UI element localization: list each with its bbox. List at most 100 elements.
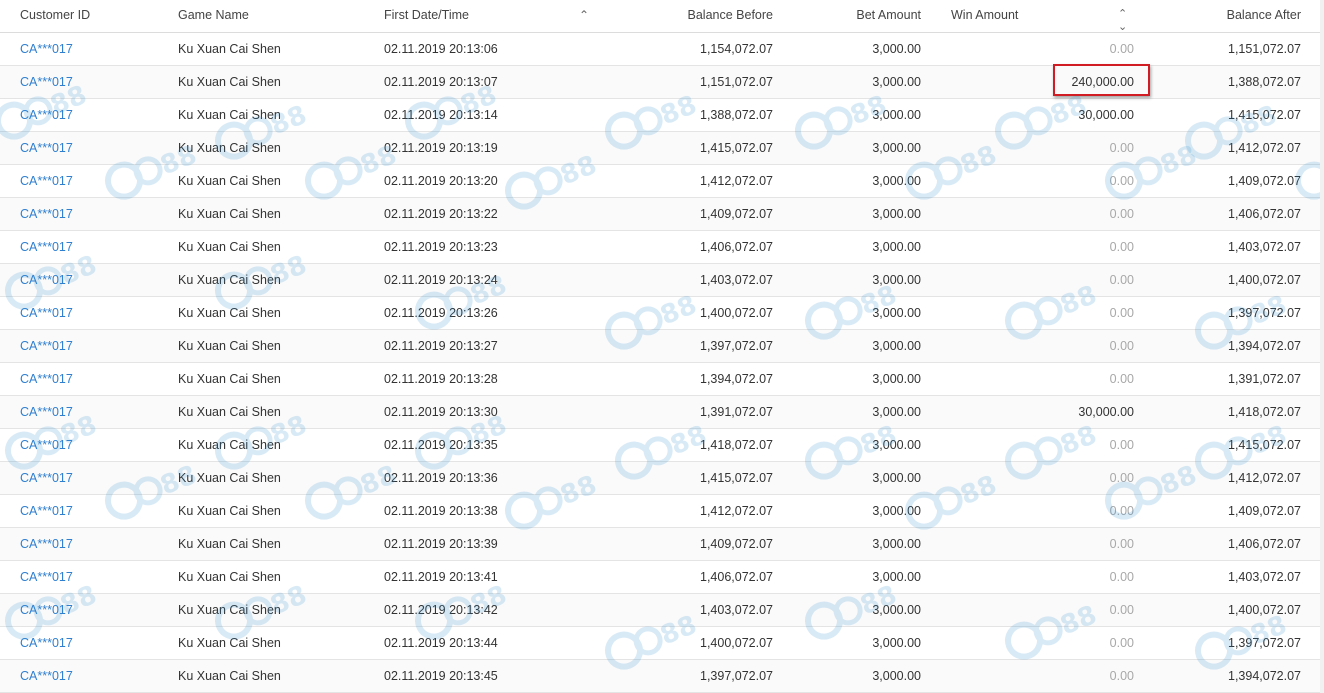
datetime-cell: 02.11.2019 20:13:30 bbox=[384, 405, 498, 419]
table-row[interactable]: CA***017 Ku Xuan Cai Shen 02.11.2019 20:13… bbox=[0, 198, 1324, 231]
col-header-customer-id[interactable]: Customer ID bbox=[20, 0, 90, 32]
customer-id-cell[interactable]: CA***017 bbox=[20, 33, 73, 65]
balance-after-cell: 1,397,072.07 bbox=[1228, 636, 1301, 650]
datetime-cell: 02.11.2019 20:13:36 bbox=[384, 471, 498, 485]
table-row[interactable]: CA***017 Ku Xuan Cai Shen 02.11.2019 20:13… bbox=[0, 429, 1324, 462]
col-header-balance-before[interactable]: Balance Before bbox=[600, 0, 773, 32]
bet-amount-cell: 3,000.00 bbox=[872, 372, 921, 386]
datetime-cell: 02.11.2019 20:13:07 bbox=[384, 75, 498, 89]
balance-before-cell: 1,154,072.07 bbox=[700, 42, 773, 56]
customer-id-cell[interactable]: CA***017 bbox=[20, 429, 73, 461]
balance-after-cell: 1,403,072.07 bbox=[1228, 570, 1301, 584]
table-row[interactable]: CA***017 Ku Xuan Cai Shen 02.11.2019 20:13… bbox=[0, 330, 1324, 363]
col-header-balance-after[interactable]: Balance After bbox=[1150, 0, 1301, 32]
win-amount-cell: 0.00 bbox=[1109, 240, 1134, 254]
customer-id-cell[interactable]: CA***017 bbox=[20, 561, 73, 593]
table-row[interactable]: CA***017 Ku Xuan Cai Shen 02.11.2019 20:13… bbox=[0, 165, 1324, 198]
game-name-cell: Ku Xuan Cai Shen bbox=[178, 504, 281, 518]
balance-after-cell: 1,409,072.07 bbox=[1228, 504, 1301, 518]
game-name-cell: Ku Xuan Cai Shen bbox=[178, 42, 281, 56]
game-name-cell: Ku Xuan Cai Shen bbox=[178, 471, 281, 485]
balance-before-cell: 1,412,072.07 bbox=[700, 174, 773, 188]
customer-id-cell[interactable]: CA***017 bbox=[20, 99, 73, 131]
sort-ascending-icon[interactable]: ⌃ bbox=[579, 0, 589, 32]
balance-before-cell: 1,403,072.07 bbox=[700, 273, 773, 287]
win-amount-cell: 0.00 bbox=[1109, 438, 1134, 452]
win-amount-cell: 0.00 bbox=[1109, 471, 1134, 485]
balance-before-cell: 1,397,072.07 bbox=[700, 669, 773, 683]
customer-id-cell[interactable]: CA***017 bbox=[20, 627, 73, 659]
balance-after-cell: 1,394,072.07 bbox=[1228, 669, 1301, 683]
table-row[interactable]: CA***017 Ku Xuan Cai Shen 02.11.2019 20:13… bbox=[0, 528, 1324, 561]
table-row[interactable]: CA***017 Ku Xuan Cai Shen 02.11.2019 20:13… bbox=[0, 231, 1324, 264]
balance-after-cell: 1,406,072.07 bbox=[1228, 537, 1301, 551]
balance-after-cell: 1,418,072.07 bbox=[1228, 405, 1301, 419]
balance-before-cell: 1,403,072.07 bbox=[700, 603, 773, 617]
table-row[interactable]: CA***017 Ku Xuan Cai Shen 02.11.2019 20:13… bbox=[0, 132, 1324, 165]
balance-before-cell: 1,397,072.07 bbox=[700, 339, 773, 353]
balance-after-cell: 1,400,072.07 bbox=[1228, 273, 1301, 287]
win-amount-cell: 0.00 bbox=[1109, 207, 1134, 221]
table-row[interactable]: CA***017 Ku Xuan Cai Shen 02.11.2019 20:13… bbox=[0, 660, 1324, 693]
table-row[interactable]: CA***017 Ku Xuan Cai Shen 02.11.2019 20:13… bbox=[0, 99, 1324, 132]
balance-before-cell: 1,406,072.07 bbox=[700, 570, 773, 584]
customer-id-cell[interactable]: CA***017 bbox=[20, 231, 73, 263]
customer-id-cell[interactable]: CA***017 bbox=[20, 132, 73, 164]
bet-amount-cell: 3,000.00 bbox=[872, 42, 921, 56]
balance-before-cell: 1,388,072.07 bbox=[700, 108, 773, 122]
sort-toggle-icon[interactable]: ⌃ ⌄ bbox=[1118, 8, 1127, 34]
balance-after-cell: 1,391,072.07 bbox=[1228, 372, 1301, 386]
customer-id-cell[interactable]: CA***017 bbox=[20, 495, 73, 527]
customer-id-cell[interactable]: CA***017 bbox=[20, 363, 73, 395]
balance-after-cell: 1,388,072.07 bbox=[1228, 75, 1301, 89]
balance-before-cell: 1,394,072.07 bbox=[700, 372, 773, 386]
win-amount-cell: 0.00 bbox=[1109, 669, 1134, 683]
table-row[interactable]: CA***017 Ku Xuan Cai Shen 02.11.2019 20:13… bbox=[0, 561, 1324, 594]
scrollbar[interactable] bbox=[1320, 0, 1324, 693]
customer-id-cell[interactable]: CA***017 bbox=[20, 396, 73, 428]
col-header-first-datetime[interactable]: First Date/Time bbox=[384, 0, 469, 32]
table-row[interactable]: CA***017 Ku Xuan Cai Shen 02.11.2019 20:13… bbox=[0, 297, 1324, 330]
balance-before-cell: 1,406,072.07 bbox=[700, 240, 773, 254]
balance-before-cell: 1,418,072.07 bbox=[700, 438, 773, 452]
bet-amount-cell: 3,000.00 bbox=[872, 339, 921, 353]
table-row[interactable]: CA***017 Ku Xuan Cai Shen 02.11.2019 20:13… bbox=[0, 627, 1324, 660]
win-amount-cell: 0.00 bbox=[1109, 141, 1134, 155]
customer-id-cell[interactable]: CA***017 bbox=[20, 594, 73, 626]
customer-id-cell[interactable]: CA***017 bbox=[20, 264, 73, 296]
col-header-game-name[interactable]: Game Name bbox=[178, 0, 249, 32]
customer-id-cell[interactable]: CA***017 bbox=[20, 660, 73, 692]
datetime-cell: 02.11.2019 20:13:35 bbox=[384, 438, 498, 452]
table-row[interactable]: CA***017 Ku Xuan Cai Shen 02.11.2019 20:13… bbox=[0, 264, 1324, 297]
customer-id-cell[interactable]: CA***017 bbox=[20, 462, 73, 494]
datetime-cell: 02.11.2019 20:13:38 bbox=[384, 504, 498, 518]
table-row[interactable]: CA***017 Ku Xuan Cai Shen 02.11.2019 20:13… bbox=[0, 495, 1324, 528]
game-name-cell: Ku Xuan Cai Shen bbox=[178, 108, 281, 122]
table-row[interactable]: CA***017 Ku Xuan Cai Shen 02.11.2019 20:13… bbox=[0, 33, 1324, 66]
col-header-bet-amount[interactable]: Bet Amount bbox=[780, 0, 921, 32]
customer-id-cell[interactable]: CA***017 bbox=[20, 165, 73, 197]
table-row[interactable]: CA***017 Ku Xuan Cai Shen 02.11.2019 20:13… bbox=[0, 462, 1324, 495]
customer-id-cell[interactable]: CA***017 bbox=[20, 297, 73, 329]
bet-amount-cell: 3,000.00 bbox=[872, 471, 921, 485]
customer-id-cell[interactable]: CA***017 bbox=[20, 330, 73, 362]
table-row[interactable]: CA***017 Ku Xuan Cai Shen 02.11.2019 20:13… bbox=[0, 363, 1324, 396]
win-amount-cell: 0.00 bbox=[1109, 174, 1134, 188]
table-row[interactable]: CA***017 Ku Xuan Cai Shen 02.11.2019 20:13… bbox=[0, 594, 1324, 627]
customer-id-cell[interactable]: CA***017 bbox=[20, 528, 73, 560]
game-name-cell: Ku Xuan Cai Shen bbox=[178, 570, 281, 584]
balance-before-cell: 1,391,072.07 bbox=[700, 405, 773, 419]
win-amount-cell: 0.00 bbox=[1109, 42, 1134, 56]
game-name-cell: Ku Xuan Cai Shen bbox=[178, 372, 281, 386]
table-row[interactable]: CA***017 Ku Xuan Cai Shen 02.11.2019 20:13… bbox=[0, 396, 1324, 429]
table-row[interactable]: CA***017 Ku Xuan Cai Shen 02.11.2019 20:13… bbox=[0, 66, 1324, 99]
customer-id-cell[interactable]: CA***017 bbox=[20, 66, 73, 98]
balance-after-cell: 1,151,072.07 bbox=[1228, 42, 1301, 56]
bet-amount-cell: 3,000.00 bbox=[872, 108, 921, 122]
bet-amount-cell: 3,000.00 bbox=[872, 141, 921, 155]
col-header-win-amount[interactable]: Win Amount bbox=[951, 0, 1018, 32]
bet-amount-cell: 3,000.00 bbox=[872, 636, 921, 650]
game-name-cell: Ku Xuan Cai Shen bbox=[178, 339, 281, 353]
customer-id-cell[interactable]: CA***017 bbox=[20, 198, 73, 230]
datetime-cell: 02.11.2019 20:13:06 bbox=[384, 42, 498, 56]
